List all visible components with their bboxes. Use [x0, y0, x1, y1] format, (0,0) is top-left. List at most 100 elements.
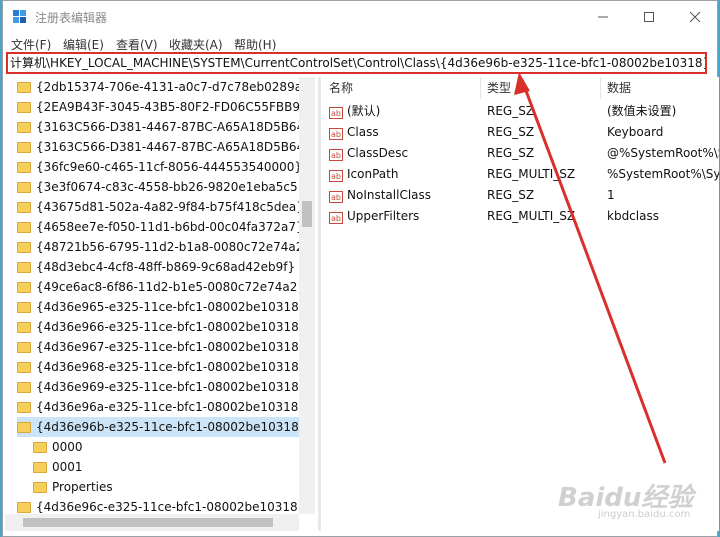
- tree-item-label: {2db15374-706e-4131-a0c7-d7c78eb0289a}: [36, 80, 310, 94]
- menu-view[interactable]: 查看(V): [116, 36, 158, 53]
- tree-item[interactable]: {4d36e967-e325-11ce-bfc1-08002be10318}: [17, 337, 306, 357]
- tree-item-selected[interactable]: {4d36e96b-e325-11ce-bfc1-08002be10318}: [17, 417, 306, 437]
- menu-favorites[interactable]: 收藏夹(A): [169, 36, 223, 53]
- maximize-button[interactable]: [626, 1, 672, 33]
- tree-item-label: {3163C566-D381-4467-87BC-A65A18D5B648}: [36, 120, 315, 134]
- tree-item-label: {4d36e967-e325-11ce-bfc1-08002be10318}: [36, 340, 307, 354]
- tree-item[interactable]: 0000: [33, 437, 299, 457]
- folder-icon: [17, 222, 31, 233]
- tree-item[interactable]: Properties: [33, 477, 299, 497]
- string-value-icon: ab: [329, 191, 343, 203]
- maximize-icon: [644, 12, 654, 22]
- value-row[interactable]: ab UpperFilters REG_MULTI_SZ kbdclass: [323, 206, 719, 227]
- value-type: REG_SZ: [487, 146, 535, 160]
- tree-item[interactable]: {3163C566-D381-4467-87BC-A65A18D5B648}: [17, 117, 315, 137]
- column-header-data[interactable]: 数据: [601, 77, 719, 99]
- folder-icon: [17, 82, 31, 93]
- address-bar[interactable]: 计算机\HKEY_LOCAL_MACHINE\SYSTEM\CurrentCon…: [6, 52, 707, 74]
- minimize-icon: [598, 16, 608, 18]
- tree-item-label: {4d36e966-e325-11ce-bfc1-08002be10318}: [36, 320, 307, 334]
- tree-item-label: {4d36e965-e325-11ce-bfc1-08002be10318}: [36, 300, 307, 314]
- folder-icon: [33, 462, 47, 473]
- folder-icon: [17, 422, 31, 433]
- tree-item[interactable]: {48721b56-6795-11d2-b1a8-0080c72e74a2}: [17, 237, 311, 257]
- values-list: 名称 类型 数据 ab (默认) REG_SZ (数值未设置) ab Class REG_S…: [323, 77, 719, 531]
- watermark-url: jingyan.baidu.com: [598, 509, 691, 520]
- tree-item[interactable]: {3163C566-D381-4467-87BC-A65A18D5B649}: [17, 137, 315, 157]
- tree-item-label: {4d36e969-e325-11ce-bfc1-08002be10318}: [36, 380, 307, 394]
- folder-icon: [17, 502, 31, 513]
- minimize-button[interactable]: [580, 1, 626, 33]
- tree-item[interactable]: {49ce6ac8-6f86-11d2-b1e5-0080c72e74a2}: [17, 277, 305, 297]
- column-header-type[interactable]: 类型: [481, 77, 601, 99]
- pane-splitter[interactable]: [318, 77, 321, 531]
- menu-help[interactable]: 帮助(H): [234, 36, 276, 53]
- value-name: ClassDesc: [347, 146, 409, 160]
- tree-item-label: {2EA9B43F-3045-43B5-80F2-FD06C55FBB90}: [36, 100, 315, 114]
- tree-item-label: {48721b56-6795-11d2-b1a8-0080c72e74a2}: [36, 240, 311, 254]
- tree-item[interactable]: {4658ee7e-f050-11d1-b6bd-00c04fa372a7}: [17, 217, 304, 237]
- tree-item-label: {4d36e96b-e325-11ce-bfc1-08002be10318}: [36, 420, 307, 434]
- value-type: REG_MULTI_SZ: [487, 209, 576, 223]
- value-data: %SystemRoot%\Sys: [607, 167, 719, 181]
- tree-item[interactable]: {4d36e969-e325-11ce-bfc1-08002be10318}: [17, 377, 306, 397]
- tree-item[interactable]: {4d36e968-e325-11ce-bfc1-08002be10318}: [17, 357, 306, 377]
- value-row[interactable]: ab NoInstallClass REG_SZ 1: [323, 185, 719, 206]
- tree-horizontal-scrollbar[interactable]: [5, 514, 299, 531]
- folder-icon: [33, 482, 47, 493]
- value-row[interactable]: ab Class REG_SZ Keyboard: [323, 122, 719, 143]
- tree-vertical-scrollbar[interactable]: [299, 77, 315, 514]
- folder-icon: [17, 362, 31, 373]
- string-value-icon: ab: [329, 128, 343, 140]
- tree-vscroll-thumb[interactable]: [302, 201, 312, 227]
- registry-editor-app-icon: [13, 10, 29, 26]
- tree-item-label: 0001: [52, 460, 83, 474]
- window-title: 注册表编辑器: [35, 11, 108, 25]
- value-name: UpperFilters: [347, 209, 420, 223]
- menu-file[interactable]: 文件(F): [11, 36, 51, 53]
- tree-item-label: {3163C566-D381-4467-87BC-A65A18D5B649}: [36, 140, 315, 154]
- tree-item[interactable]: {4d36e966-e325-11ce-bfc1-08002be10318}: [17, 317, 306, 337]
- value-row[interactable]: ab IconPath REG_MULTI_SZ %SystemRoot%\Sys: [323, 164, 719, 185]
- value-name: (默认): [347, 104, 381, 118]
- folder-icon: [33, 442, 47, 453]
- value-row[interactable]: ab ClassDesc REG_SZ @%SystemRoot%\Sy: [323, 143, 719, 164]
- folder-icon: [17, 342, 31, 353]
- value-row[interactable]: ab (默认) REG_SZ (数值未设置): [323, 101, 719, 122]
- menu-edit[interactable]: 编辑(E): [63, 36, 104, 53]
- tree-item-label: Properties: [52, 480, 113, 494]
- tree-item[interactable]: {3e3f0674-c83c-4558-bb26-9820e1eba5c5}: [17, 177, 305, 197]
- tree-item-label: {49ce6ac8-6f86-11d2-b1e5-0080c72e74a2}: [36, 280, 306, 294]
- value-data: Keyboard: [607, 125, 664, 139]
- tree-item[interactable]: {36fc9e60-c465-11cf-8056-444553540000}: [17, 157, 303, 177]
- folder-icon: [17, 242, 31, 253]
- tree-item-label: {4d36e968-e325-11ce-bfc1-08002be10318}: [36, 360, 307, 374]
- column-header-name[interactable]: 名称: [323, 77, 481, 99]
- folder-icon: [17, 102, 31, 113]
- tree-hscroll-thumb[interactable]: [23, 518, 273, 527]
- title-bar[interactable]: 注册表编辑器: [3, 1, 717, 33]
- tree-item[interactable]: {2db15374-706e-4131-a0c7-d7c78eb0289a}: [17, 77, 310, 97]
- folder-icon: [17, 182, 31, 193]
- value-data: 1: [607, 188, 615, 202]
- folder-icon: [17, 382, 31, 393]
- tree-item[interactable]: 0001: [33, 457, 299, 477]
- tree-item[interactable]: {2EA9B43F-3045-43B5-80F2-FD06C55FBB90}: [17, 97, 315, 117]
- close-button[interactable]: [672, 1, 718, 33]
- tree-item-label: {4658ee7e-f050-11d1-b6bd-00c04fa372a7}: [36, 220, 304, 234]
- tree-item[interactable]: {48d3ebc4-4cf8-48ff-b869-9c68ad42eb9f}: [17, 257, 299, 277]
- tree-item[interactable]: {4d36e96a-e325-11ce-bfc1-08002be10318}: [17, 397, 306, 417]
- tree-item[interactable]: {4d36e965-e325-11ce-bfc1-08002be10318}: [17, 297, 306, 317]
- registry-editor-window: 注册表编辑器 文件(F) 编辑(E) 查看(V) 收藏夹(A) 帮助(H) 计算…: [2, 0, 719, 537]
- folder-icon: [17, 122, 31, 133]
- folder-icon: [17, 142, 31, 153]
- folder-icon: [17, 202, 31, 213]
- folder-icon: [17, 402, 31, 413]
- tree-item[interactable]: {43675d81-502a-4a82-9f84-b75f418c5dea}: [17, 197, 304, 217]
- tree-item-label: {48d3ebc4-4cf8-48ff-b869-9c68ad42eb9f}: [36, 260, 296, 274]
- tree-item-label: {36fc9e60-c465-11cf-8056-444553540000}: [36, 160, 303, 174]
- value-type: REG_MULTI_SZ: [487, 167, 576, 181]
- folder-icon: [17, 282, 31, 293]
- folder-icon: [17, 162, 31, 173]
- folder-icon: [17, 302, 31, 313]
